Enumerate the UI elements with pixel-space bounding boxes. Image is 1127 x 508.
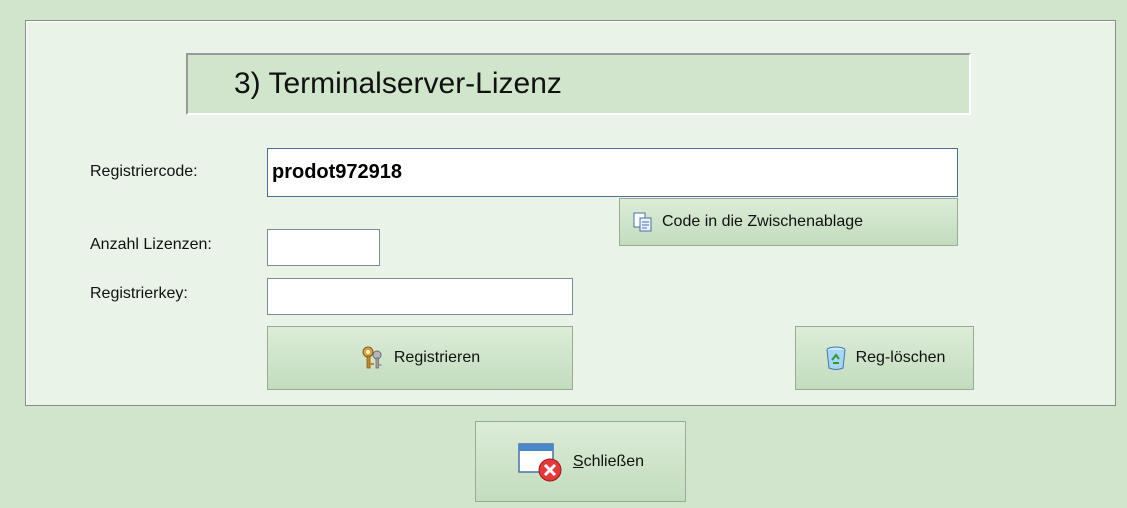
registriercode-label: Registriercode: [90,163,198,180]
anzahl-lizenzen-label: Anzahl Lizenzen: [90,236,212,253]
close-button[interactable]: Schließen [475,421,686,502]
recycle-bin-icon [824,345,848,371]
page-title: 3) Terminalserver-Lizenz [234,67,562,100]
copy-button-label: Code in die Zwischenablage [662,213,864,230]
keys-icon [360,345,386,371]
reg-delete-button-label: Reg-löschen [855,349,946,366]
registriercode-field[interactable]: prodot972918 [267,148,958,197]
register-button-label: Registrieren [393,349,481,366]
copy-to-clipboard-button[interactable]: Code in die Zwischenablage [619,198,958,246]
window-close-icon [517,441,565,483]
reg-delete-button[interactable]: Reg-löschen [795,326,974,390]
registrierkey-label: Registrierkey: [90,285,188,302]
copy-icon [632,211,654,233]
title-box: 3) Terminalserver-Lizenz [186,53,971,115]
close-button-label: Schließen [572,452,645,470]
registrierkey-field[interactable] [267,278,573,315]
register-button[interactable]: Registrieren [267,326,573,390]
anzahl-lizenzen-field[interactable] [267,229,380,266]
dialog-window: 3) Terminalserver-Lizenz Registriercode:… [0,0,1127,508]
